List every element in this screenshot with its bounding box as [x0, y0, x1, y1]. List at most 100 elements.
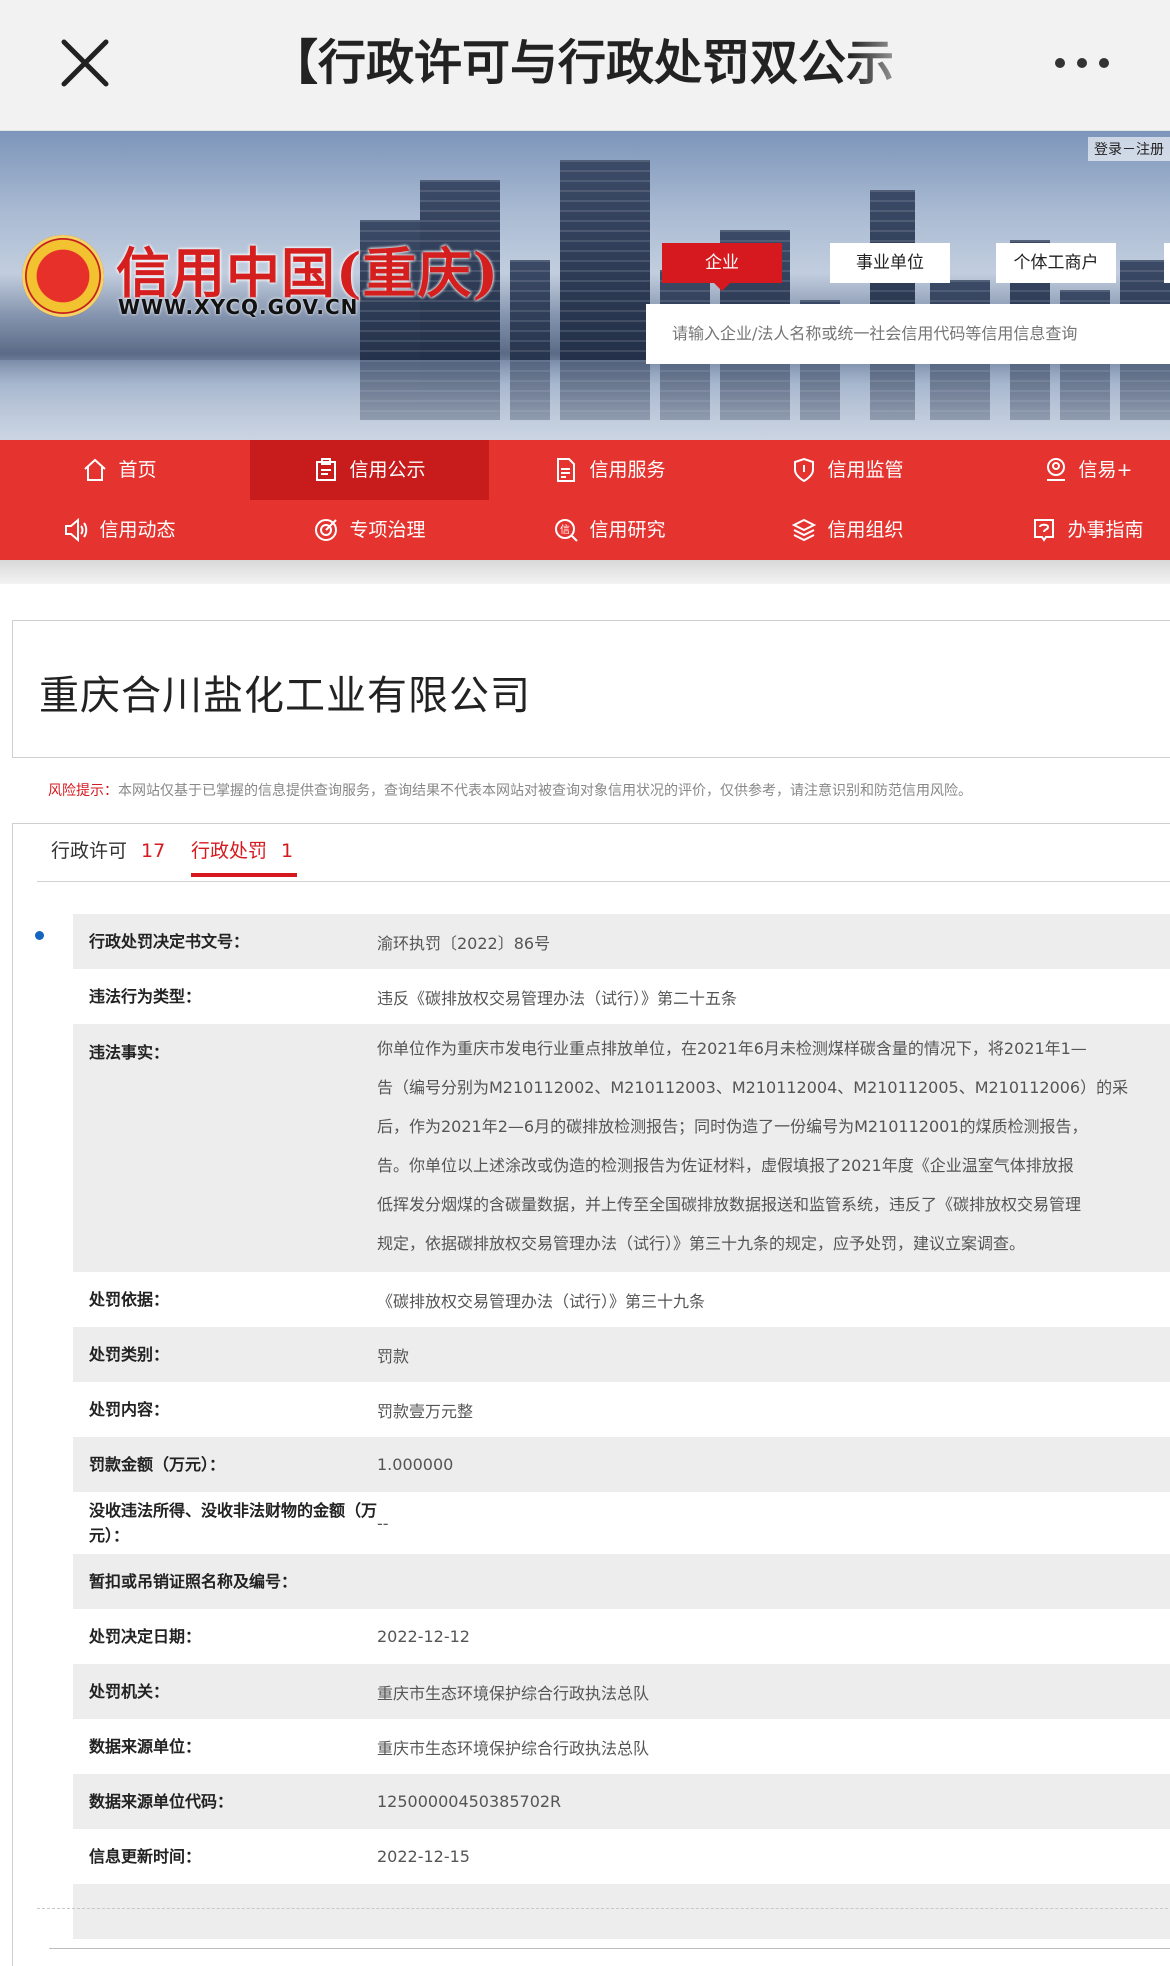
type-tab-enterprise[interactable]: 企业 — [662, 243, 782, 291]
nav-item-label: 首页 — [118, 459, 157, 481]
nav-item-credit-organization[interactable]: 信用组织 — [728, 500, 967, 560]
search-credit-icon: 信 — [555, 519, 579, 542]
clipboard-icon — [316, 458, 337, 481]
nav-shadow — [0, 560, 1170, 584]
text-line: 低挥发分烟煤的含碳量数据，并上传至全国碳排放数据报送和监管系统，违反了《碳排放权… — [377, 1195, 1082, 1214]
panel-footer-line — [49, 1948, 1170, 1949]
table-row: 信息更新时间： 2022-12-15 — [73, 1829, 1170, 1884]
field-label: 信息更新时间： — [89, 1847, 202, 1866]
nav-item-label: 办事指南 — [1067, 519, 1144, 541]
record-bullet-icon — [35, 931, 44, 940]
risk-notice-text: 本网站仅基于已掌握的信息提供查询服务，查询结果不代表本网站对被查询对象信用状况的… — [118, 783, 972, 799]
nav-item-credit-research[interactable]: 信 信用研究 — [490, 500, 729, 560]
tab-count: 1 — [281, 840, 294, 862]
company-card: 重庆合川盐化工业有限公司 — [12, 620, 1170, 758]
svg-text:信: 信 — [560, 524, 570, 536]
field-value-multiline: 你单位作为重庆市发电行业重点排放单位，在2021年6月未检测煤样碳含量的情况下，… — [377, 1024, 1170, 1272]
text-line: 告（编号分别为M210112002、M210112003、M210112004、… — [377, 1078, 1129, 1097]
risk-notice: 风险提示：本网站仅基于已掌握的信息提供查询服务，查询结果不代表本网站对被查询对象… — [48, 780, 972, 800]
document-icon — [557, 458, 576, 482]
nav-item-service-guide[interactable]: 办事指南 — [968, 500, 1170, 560]
table-row: 没收违法所得、没收非法财物的金额（万元）： -- — [73, 1492, 1170, 1554]
field-value: 1.000000 — [377, 1455, 454, 1474]
field-label: 没收违法所得、没收非法财物的金额（万元）： — [89, 1501, 378, 1545]
site-banner: 登录－注册 信用中国(重庆) WWW.XYCQ.GOV.CN 企业 事业单位 个… — [0, 131, 1170, 440]
site-logo-url: WWW.XYCQ.GOV.CN — [118, 295, 359, 319]
field-label: 违法行为类型： — [89, 987, 202, 1006]
nav-item-label: 信用组织 — [827, 519, 904, 541]
field-value: 重庆市生态环境保护综合行政执法总队 — [377, 1738, 650, 1758]
text-line: 规定，依据碳排放权交易管理办法（试行）》第三十九条的规定，应予处罚，建议立案调查… — [377, 1234, 1026, 1253]
field-label: 违法事实： — [89, 1043, 170, 1062]
type-tab-institution[interactable]: 事业单位 — [830, 243, 950, 283]
credit-search-input[interactable] — [646, 304, 1170, 364]
home-icon — [84, 458, 107, 481]
table-row: 数据来源单位： 重庆市生态环境保护综合行政执法总队 — [73, 1719, 1170, 1774]
field-value: -- — [377, 1513, 389, 1533]
table-row: 处罚类别： 罚款 — [73, 1327, 1170, 1382]
field-value: 渝环执罚〔2022〕86号 — [377, 933, 551, 953]
table-row — [73, 1884, 1170, 1939]
user-badge-icon — [1046, 458, 1065, 481]
close-icon[interactable] — [58, 36, 112, 90]
risk-notice-label: 风险提示： — [48, 783, 118, 799]
company-name: 重庆合川盐化工业有限公司 — [39, 673, 531, 719]
table-row: 处罚机关： 重庆市生态环境保护综合行政执法总队 — [73, 1664, 1170, 1719]
field-value — [377, 1884, 1170, 1939]
nav-item-credit-publicity[interactable]: 信用公示 — [250, 440, 489, 500]
table-row: 数据来源单位代码： 12500000450385702R — [73, 1774, 1170, 1829]
nav-item-credit-service[interactable]: 信用服务 — [490, 440, 729, 500]
nav-item-credit-supervision[interactable]: 信用监管 — [728, 440, 967, 500]
field-value: 2022-12-12 — [377, 1627, 470, 1646]
nav-item-label: 专项治理 — [349, 519, 426, 541]
records-panel: 行政许可 17 行政处罚 1 行政处罚决定书文号： 渝环执罚〔2022〕86号 违法… — [12, 823, 1170, 1966]
field-value: 重庆市生态环境保护综合行政执法总队 — [377, 1683, 650, 1703]
record-separator — [37, 1908, 1170, 1909]
nav-item-label: 信用监管 — [827, 459, 904, 481]
field-label: 处罚机关： — [89, 1682, 170, 1701]
tab-administrative-penalty[interactable]: 行政处罚 1 — [191, 836, 298, 877]
nav-item-label: 信用服务 — [589, 459, 666, 481]
nav-item-special-governance[interactable]: 专项治理 — [250, 500, 489, 560]
field-label: 处罚决定日期： — [89, 1627, 202, 1646]
nav-item-credit-plus[interactable]: 信易+ — [968, 440, 1170, 500]
layers-icon — [792, 518, 817, 542]
table-row: 暂扣或吊销证照名称及编号： — [73, 1554, 1170, 1609]
field-label: 行政处罚决定书文号： — [89, 932, 250, 951]
table-row: 处罚决定日期： 2022-12-12 — [73, 1609, 1170, 1664]
field-label: 罚款金额（万元）： — [89, 1455, 226, 1474]
nav-item-label: 信易+ — [1078, 459, 1133, 481]
field-label: 暂扣或吊销证照名称及编号： — [89, 1572, 298, 1591]
more-icon[interactable] — [1055, 48, 1115, 78]
field-label — [73, 1884, 377, 1939]
type-tab-individual-business[interactable]: 个体工商户 — [996, 243, 1116, 283]
type-tab-more[interactable] — [1164, 243, 1170, 283]
field-label: 数据来源单位代码： — [89, 1792, 234, 1811]
tab-label: 行政许可 — [51, 840, 128, 862]
tab-count: 17 — [141, 840, 166, 862]
national-emblem-icon — [22, 235, 104, 317]
record-tabs: 行政许可 17 行政处罚 1 — [37, 824, 1170, 882]
field-label: 处罚类别： — [89, 1345, 170, 1364]
speaker-icon — [65, 517, 88, 543]
login-register-link[interactable]: 登录－注册 — [1088, 137, 1170, 161]
field-value: 违反《碳排放权交易管理办法（试行）》第二十五条 — [377, 988, 738, 1008]
text-line: 后，作为2021年2—6月的碳排放检测报告；同时伪造了一份编号为M2101120… — [377, 1117, 1088, 1136]
top-bar: 【行政许可与行政处罚双公示 — [0, 0, 1170, 131]
nav-item-credit-news[interactable]: 信用动态 — [0, 500, 239, 560]
nav-item-home[interactable]: 首页 — [0, 440, 239, 500]
field-value — [377, 1554, 1170, 1609]
shield-icon — [794, 457, 815, 483]
table-row: 处罚内容： 罚款壹万元整 — [73, 1382, 1170, 1437]
table-row: 罚款金额（万元）： 1.000000 — [73, 1437, 1170, 1492]
table-row: 处罚依据： 《碳排放权交易管理办法（试行）》第三十九条 — [73, 1272, 1170, 1327]
tab-administrative-license[interactable]: 行政许可 17 — [51, 836, 165, 863]
field-value: 罚款 — [377, 1346, 410, 1366]
table-row: 违法事实： 你单位作为重庆市发电行业重点排放单位，在2021年6月未检测煤样碳含… — [73, 1024, 1170, 1272]
field-value: 罚款壹万元整 — [377, 1401, 474, 1421]
page-title: 【行政许可与行政处罚双公示 — [270, 35, 895, 91]
nav-item-label: 信用研究 — [589, 519, 666, 541]
field-value: 《碳排放权交易管理办法（试行）》第三十九条 — [377, 1291, 706, 1311]
field-label: 数据来源单位： — [89, 1737, 202, 1756]
field-label: 处罚内容： — [89, 1400, 170, 1419]
